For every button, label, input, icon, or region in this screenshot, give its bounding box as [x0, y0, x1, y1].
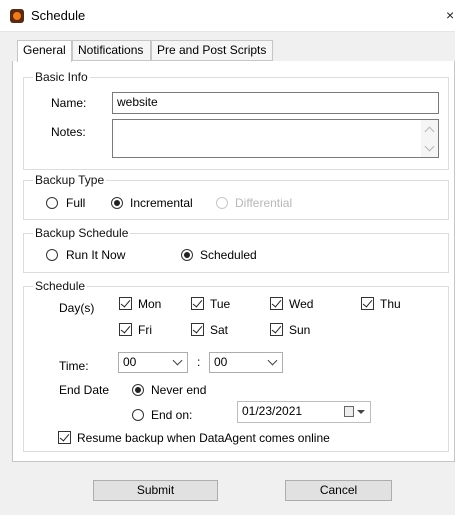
radio-differential	[216, 197, 228, 209]
name-field[interactable]: website	[112, 92, 439, 114]
tue-label: Tue	[210, 297, 231, 311]
minute-value: 00	[214, 355, 228, 369]
cancel-button[interactable]: Cancel	[285, 480, 392, 501]
sun-label: Sun	[289, 323, 311, 337]
incremental-label: Incremental	[130, 196, 193, 210]
hour-value: 00	[123, 355, 137, 369]
backup-schedule-legend: Backup Schedule	[33, 226, 131, 240]
radio-run-it-now[interactable]	[46, 249, 58, 261]
differential-label: Differential	[235, 196, 293, 210]
title-bar: Schedule ×	[0, 0, 455, 32]
calendar-icon[interactable]	[344, 406, 354, 417]
wed-label: Wed	[289, 297, 314, 311]
tab-general[interactable]: General	[17, 40, 72, 62]
time-separator: :	[197, 355, 201, 369]
checkbox-mon[interactable]	[119, 297, 132, 310]
scheduled-label: Scheduled	[200, 248, 257, 262]
radio-full[interactable]	[46, 197, 58, 209]
close-icon[interactable]: ×	[446, 7, 454, 23]
radio-never-end[interactable]	[132, 384, 144, 396]
radio-end-on[interactable]	[132, 409, 144, 421]
checkbox-sun[interactable]	[270, 323, 283, 336]
notes-field[interactable]	[112, 119, 439, 158]
days-label: Day(s)	[59, 301, 95, 315]
checkbox-sat[interactable]	[191, 323, 204, 336]
never-end-label: Never end	[151, 383, 207, 397]
backup-type-legend: Backup Type	[33, 173, 107, 187]
notes-scrollbar[interactable]	[421, 120, 438, 157]
sat-label: Sat	[210, 323, 229, 337]
radio-incremental[interactable]	[111, 197, 123, 209]
end-date-value: 01/23/2021	[242, 404, 303, 418]
scroll-up-icon[interactable]	[424, 126, 435, 137]
tab-pre-post-scripts[interactable]: Pre and Post Scripts	[151, 40, 273, 61]
chevron-down-icon	[172, 355, 183, 366]
end-on-label: End on:	[151, 408, 193, 422]
schedule-legend: Schedule	[33, 279, 88, 293]
scroll-down-icon[interactable]	[424, 141, 435, 152]
checkbox-wed[interactable]	[270, 297, 283, 310]
resume-backup-label: Resume backup when DataAgent comes onlin…	[77, 431, 330, 445]
time-label: Time:	[59, 359, 89, 373]
submit-button[interactable]: Submit	[93, 480, 218, 501]
window-title: Schedule	[31, 8, 86, 23]
hour-select[interactable]: 00	[118, 352, 188, 373]
mon-label: Mon	[138, 297, 162, 311]
full-label: Full	[66, 196, 86, 210]
notes-label: Notes:	[51, 125, 86, 139]
radio-scheduled[interactable]	[181, 249, 193, 261]
chevron-down-icon	[267, 355, 278, 366]
thu-label: Thu	[380, 297, 401, 311]
tab-notifications[interactable]: Notifications	[72, 40, 151, 61]
name-label: Name:	[51, 96, 87, 110]
minute-select[interactable]: 00	[209, 352, 283, 373]
checkbox-tue[interactable]	[191, 297, 204, 310]
end-date-picker[interactable]: 01/23/2021	[237, 401, 371, 423]
fri-label: Fri	[138, 323, 152, 337]
dropdown-arrow-icon[interactable]	[357, 410, 365, 414]
checkbox-thu[interactable]	[361, 297, 374, 310]
basic-info-legend: Basic Info	[33, 70, 90, 84]
checkbox-fri[interactable]	[119, 323, 132, 336]
run-it-now-label: Run It Now	[66, 248, 126, 262]
app-logo-icon	[10, 9, 24, 23]
checkbox-resume-backup[interactable]	[58, 431, 71, 444]
end-date-label: End Date	[59, 383, 110, 397]
